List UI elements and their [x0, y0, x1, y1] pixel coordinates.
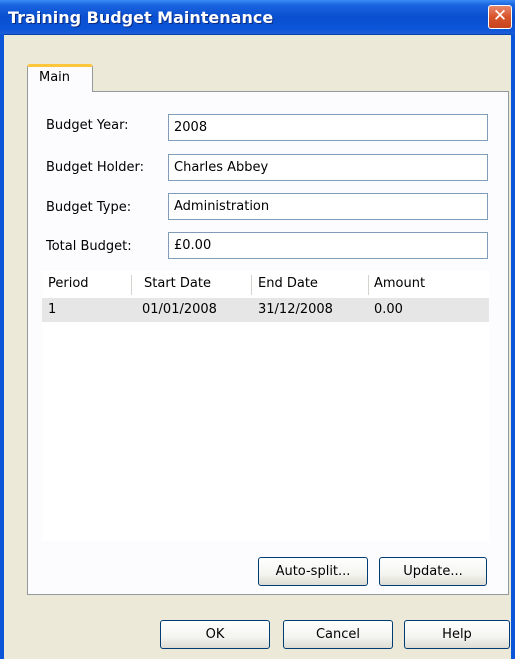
budget-holder-field[interactable]: [168, 154, 488, 181]
column-separator[interactable]: [131, 275, 132, 295]
cell-amount: 0.00: [374, 302, 403, 317]
tab-main[interactable]: Main: [27, 64, 93, 92]
window-title: Training Budget Maintenance: [8, 8, 274, 27]
update-button[interactable]: Update...: [379, 557, 487, 586]
window-left-border: [0, 34, 4, 659]
total-budget-label: Total Budget:: [46, 239, 132, 254]
table-row[interactable]: 1 01/01/2008 31/12/2008 0.00: [42, 298, 489, 322]
periods-list[interactable]: Period Start Date End Date Amount 1 01/0…: [42, 271, 489, 541]
budget-year-field[interactable]: [168, 114, 488, 141]
training-budget-window: Training Budget Maintenance ✕ Main Budge…: [0, 0, 515, 659]
column-header-start-date[interactable]: Start Date: [138, 271, 248, 297]
cell-period: 1: [48, 302, 57, 317]
cell-end-date: 31/12/2008: [258, 302, 333, 317]
title-bar[interactable]: Training Budget Maintenance ✕: [0, 0, 515, 35]
auto-split-button[interactable]: Auto-split...: [258, 557, 368, 586]
close-button[interactable]: ✕: [488, 5, 512, 29]
window-right-border: [511, 34, 515, 659]
total-budget-field[interactable]: [168, 232, 488, 259]
budget-year-label: Budget Year:: [46, 118, 129, 133]
help-button[interactable]: Help: [404, 620, 510, 649]
tab-main-label: Main: [39, 70, 71, 85]
column-header-period[interactable]: Period: [42, 271, 130, 297]
cancel-button[interactable]: Cancel: [283, 620, 393, 649]
close-icon: ✕: [492, 6, 508, 26]
budget-type-field[interactable]: [168, 193, 488, 220]
ok-button[interactable]: OK: [160, 620, 270, 649]
cell-start-date: 01/01/2008: [142, 302, 217, 317]
budget-type-label: Budget Type:: [46, 200, 132, 215]
column-header-amount[interactable]: Amount: [368, 271, 489, 297]
budget-holder-label: Budget Holder:: [46, 160, 144, 175]
periods-list-header: Period Start Date End Date Amount: [42, 271, 489, 297]
column-header-end-date[interactable]: End Date: [252, 271, 367, 297]
